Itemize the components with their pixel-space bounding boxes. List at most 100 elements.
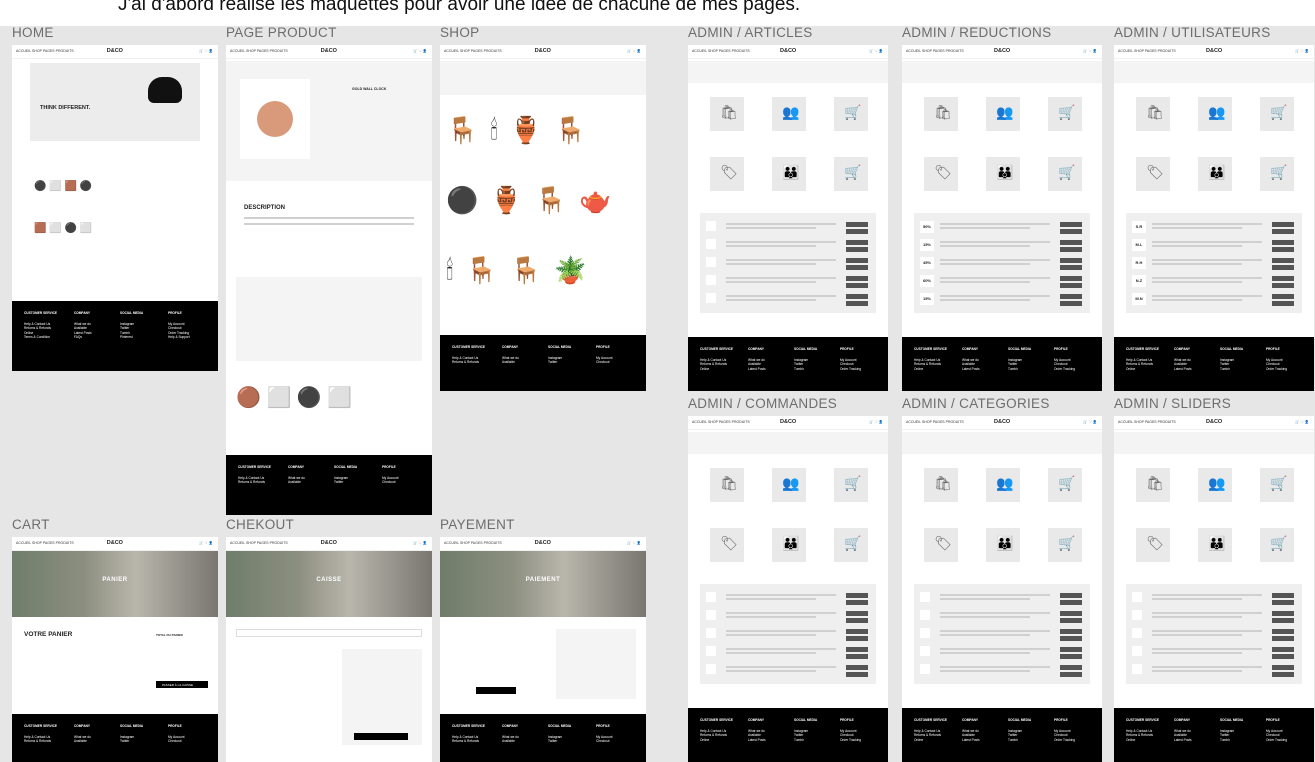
- admin-tile[interactable]: 🏷: [924, 157, 958, 191]
- admin-tile[interactable]: 👪: [986, 528, 1020, 562]
- admin-tile[interactable]: 🛒: [1260, 528, 1294, 562]
- edit-button[interactable]: [846, 593, 868, 598]
- admin-tile[interactable]: 👥: [1198, 97, 1232, 131]
- hero-banner: THINK DIFFERENT.: [30, 63, 200, 141]
- admin-tile[interactable]: 🛒: [1048, 97, 1082, 131]
- delete-button[interactable]: [1060, 247, 1082, 252]
- delete-button[interactable]: [846, 301, 868, 306]
- delete-button[interactable]: [1060, 654, 1082, 659]
- edit-button[interactable]: [846, 258, 868, 263]
- admin-tile[interactable]: 🛒: [834, 157, 868, 191]
- delete-button[interactable]: [846, 600, 868, 605]
- delete-button[interactable]: [1060, 618, 1082, 623]
- edit-button[interactable]: [1272, 258, 1294, 263]
- delete-button[interactable]: [1272, 301, 1294, 306]
- delete-button[interactable]: [1060, 283, 1082, 288]
- delete-button[interactable]: [1272, 618, 1294, 623]
- delete-button[interactable]: [1060, 229, 1082, 234]
- admin-tile[interactable]: 🏷: [924, 528, 958, 562]
- edit-button[interactable]: [846, 240, 868, 245]
- admin-tile[interactable]: 🛍: [1136, 97, 1170, 131]
- delete-button[interactable]: [1272, 672, 1294, 677]
- delete-button[interactable]: [1060, 672, 1082, 677]
- admin-tile[interactable]: 🏷: [1136, 528, 1170, 562]
- delete-button[interactable]: [846, 636, 868, 641]
- admin-tile[interactable]: 🛒: [1048, 528, 1082, 562]
- edit-button[interactable]: [1272, 276, 1294, 281]
- admin-tile[interactable]: 👪: [1198, 157, 1232, 191]
- edit-button[interactable]: [1060, 276, 1082, 281]
- edit-button[interactable]: [846, 611, 868, 616]
- delete-button[interactable]: [1272, 229, 1294, 234]
- edit-button[interactable]: [1060, 647, 1082, 652]
- admin-tile[interactable]: 🛒: [834, 97, 868, 131]
- admin-tile[interactable]: 👥: [1198, 468, 1232, 502]
- admin-tile[interactable]: 🛒: [1260, 468, 1294, 502]
- admin-tile[interactable]: 🛍: [924, 468, 958, 502]
- edit-button[interactable]: [1272, 222, 1294, 227]
- edit-button[interactable]: [846, 294, 868, 299]
- edit-button[interactable]: [1060, 611, 1082, 616]
- admin-tile[interactable]: 🛒: [834, 528, 868, 562]
- delete-button[interactable]: [846, 672, 868, 677]
- admin-tile[interactable]: 👪: [986, 157, 1020, 191]
- delete-button[interactable]: [1060, 636, 1082, 641]
- nav: ACCUEIL SHOP PAGES PRODUITS D&CO 🛒 ♡ 👤: [12, 45, 218, 59]
- admin-tile[interactable]: 👪: [1198, 528, 1232, 562]
- admin-tile[interactable]: 👥: [772, 468, 806, 502]
- checkout-button[interactable]: PASSER À LA CAISSE: [156, 681, 208, 688]
- edit-button[interactable]: [846, 629, 868, 634]
- admin-tile[interactable]: 🛍: [710, 97, 744, 131]
- admin-tile[interactable]: 🛒: [1048, 468, 1082, 502]
- admin-tile[interactable]: 🏷: [1136, 157, 1170, 191]
- edit-button[interactable]: [1060, 294, 1082, 299]
- delete-button[interactable]: [846, 283, 868, 288]
- admin-list: S.R M.L R.H N.Z M.N: [1126, 213, 1302, 313]
- delete-button[interactable]: [846, 618, 868, 623]
- admin-tile[interactable]: 👥: [986, 468, 1020, 502]
- delete-button[interactable]: [1272, 654, 1294, 659]
- admin-tile[interactable]: 👪: [772, 528, 806, 562]
- admin-tile[interactable]: 🛍: [924, 97, 958, 131]
- edit-button[interactable]: [1060, 665, 1082, 670]
- admin-tile[interactable]: 🛒: [1260, 97, 1294, 131]
- admin-tile[interactable]: 👥: [986, 97, 1020, 131]
- delete-button[interactable]: [846, 229, 868, 234]
- admin-tile[interactable]: 👪: [772, 157, 806, 191]
- delete-button[interactable]: [1060, 301, 1082, 306]
- admin-tile[interactable]: 🏷: [710, 528, 744, 562]
- delete-button[interactable]: [1272, 636, 1294, 641]
- edit-button[interactable]: [1060, 258, 1082, 263]
- delete-button[interactable]: [1060, 265, 1082, 270]
- edit-button[interactable]: [1060, 240, 1082, 245]
- edit-button[interactable]: [1272, 240, 1294, 245]
- delete-button[interactable]: [1272, 247, 1294, 252]
- admin-tile[interactable]: 🛒: [1260, 157, 1294, 191]
- edit-button[interactable]: [846, 222, 868, 227]
- edit-button[interactable]: [1060, 222, 1082, 227]
- delete-button[interactable]: [1272, 600, 1294, 605]
- edit-button[interactable]: [1272, 647, 1294, 652]
- edit-button[interactable]: [846, 647, 868, 652]
- admin-tile[interactable]: 🛍: [1136, 468, 1170, 502]
- edit-button[interactable]: [1272, 665, 1294, 670]
- admin-tile[interactable]: 👥: [772, 97, 806, 131]
- admin-tile[interactable]: 🛒: [1048, 157, 1082, 191]
- delete-button[interactable]: [846, 654, 868, 659]
- admin-tile[interactable]: 🏷: [710, 157, 744, 191]
- edit-button[interactable]: [1272, 593, 1294, 598]
- delete-button[interactable]: [1272, 265, 1294, 270]
- edit-button[interactable]: [1272, 294, 1294, 299]
- edit-button[interactable]: [1272, 629, 1294, 634]
- admin-tile[interactable]: 🛒: [834, 468, 868, 502]
- delete-button[interactable]: [1272, 283, 1294, 288]
- delete-button[interactable]: [1060, 600, 1082, 605]
- edit-button[interactable]: [1272, 611, 1294, 616]
- delete-button[interactable]: [846, 247, 868, 252]
- edit-button[interactable]: [846, 276, 868, 281]
- admin-tile[interactable]: 🛍: [710, 468, 744, 502]
- edit-button[interactable]: [1060, 593, 1082, 598]
- delete-button[interactable]: [846, 265, 868, 270]
- edit-button[interactable]: [846, 665, 868, 670]
- edit-button[interactable]: [1060, 629, 1082, 634]
